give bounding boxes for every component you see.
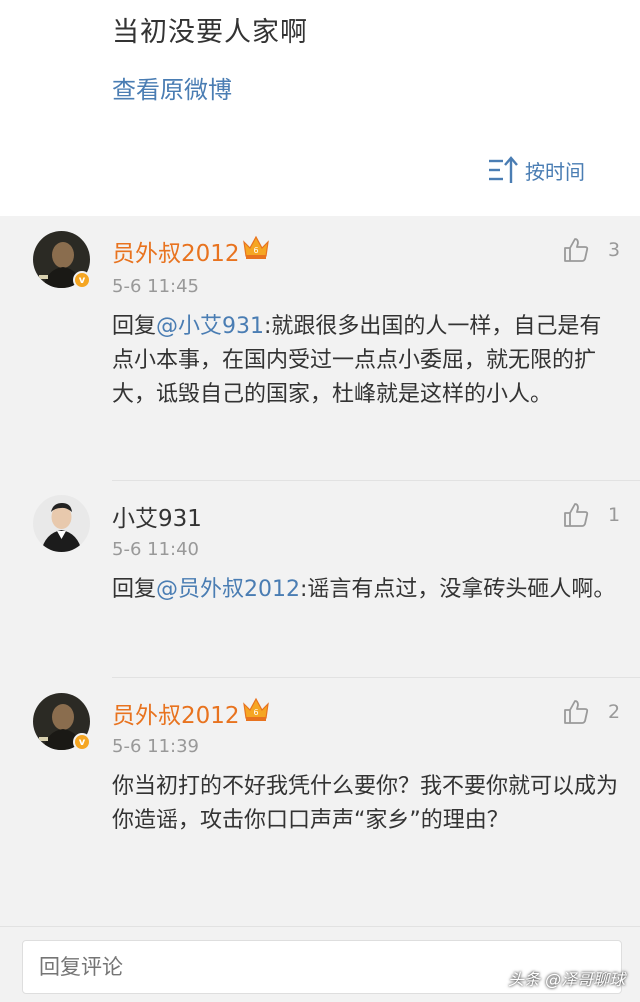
like-button[interactable]: 3 <box>562 236 620 264</box>
comment-time: 5-6 11:45 <box>112 276 199 297</box>
avatar[interactable] <box>33 495 90 552</box>
svg-text:6: 6 <box>253 246 258 255</box>
like-button[interactable]: 1 <box>562 501 620 529</box>
comment-body: 回复@小艾931:就跟很多出国的人一样，自己是有点小本事，在国内受过一点点小委屈… <box>112 310 622 412</box>
comment-time: 5-6 11:40 <box>112 539 199 560</box>
like-count: 1 <box>608 504 621 526</box>
view-original-link[interactable]: 查看原微博 <box>112 70 232 105</box>
crown-icon: 6 <box>243 235 269 259</box>
divider <box>112 677 640 678</box>
reply-bar <box>0 926 640 1002</box>
svg-text:6: 6 <box>253 708 258 717</box>
comment-time: 5-6 11:39 <box>112 736 199 757</box>
like-count: 2 <box>608 701 621 723</box>
comment-text: :谣言有点过，没拿砖头砸人啊。 <box>300 577 616 602</box>
like-count: 3 <box>608 239 621 261</box>
thumbs-up-icon <box>564 238 589 262</box>
divider <box>112 480 640 481</box>
like-button[interactable]: 2 <box>562 698 620 726</box>
watermark: 头条 @泽哥聊球 <box>508 970 626 989</box>
comment-list: v 员外叔2012 6 5-6 11:45 3 回复@小艾931:就跟很多出国的… <box>0 216 640 926</box>
sort-by-time-button[interactable]: 按时间 <box>487 155 585 185</box>
reply-prefix: 回复 <box>112 314 157 339</box>
verified-badge-icon: v <box>73 271 91 289</box>
comment-body: 回复@员外叔2012:谣言有点过，没拿砖头砸人啊。 <box>112 573 622 607</box>
reply-prefix: 回复 <box>112 577 157 602</box>
comment-username[interactable]: 小艾931 <box>112 499 202 533</box>
thumbs-up-icon <box>564 503 589 527</box>
mention-link[interactable]: @小艾931 <box>156 314 264 339</box>
mention-link[interactable]: @员外叔2012 <box>156 577 300 602</box>
comment-text: 你当初打的不好我凭什么要你？我不要你就可以成为你造谣，攻击你口口声声“家乡”的理… <box>112 774 619 833</box>
comment-username[interactable]: 员外叔2012 <box>112 234 240 268</box>
thumbs-up-icon <box>564 700 589 724</box>
post-tail-text: 当初没要人家啊 <box>112 17 308 48</box>
post-tail-section: 当初没要人家啊 查看原微博 按时间 <box>0 0 640 216</box>
sort-label: 按时间 <box>525 159 585 184</box>
sort-icon <box>489 156 518 183</box>
comment-body: 你当初打的不好我凭什么要你？我不要你就可以成为你造谣，攻击你口口声声“家乡”的理… <box>112 770 622 838</box>
crown-icon: 6 <box>243 697 269 721</box>
verified-badge-icon: v <box>73 733 91 751</box>
comment-username[interactable]: 员外叔2012 <box>112 696 240 730</box>
